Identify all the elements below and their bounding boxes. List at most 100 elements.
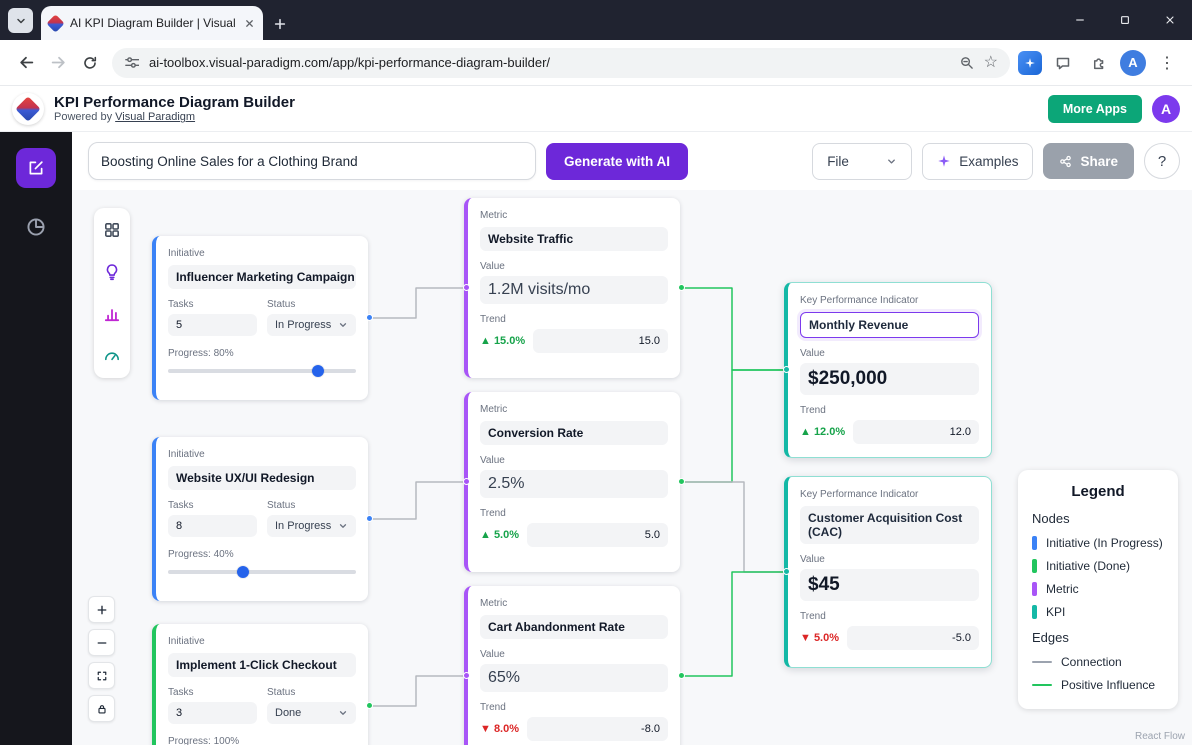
legend-item-label: Metric [1046,582,1079,596]
canvas-controls [88,596,115,722]
connection-handle[interactable] [783,568,790,575]
connection-handle[interactable] [366,515,373,522]
tab-search-button[interactable] [8,8,33,33]
edge-positive-influence[interactable] [680,572,784,676]
browser-menu-icon[interactable]: ⋮ [1152,48,1182,78]
bookmark-star-icon[interactable]: ☆ [984,55,998,71]
lock-button[interactable] [88,695,115,722]
edge-connection[interactable] [680,482,784,572]
generate-with-ai-button[interactable]: Generate with AI [546,143,688,180]
initiative-node[interactable]: Initiative Influencer Marketing Campaign… [152,236,368,400]
progress-slider[interactable] [168,566,356,578]
reload-button[interactable] [74,47,106,79]
legend-item-label: Initiative (Done) [1046,559,1130,573]
edge-positive-influence[interactable] [680,288,784,370]
forward-button[interactable] [42,47,74,79]
layout-grid-icon[interactable] [98,216,126,244]
slider-thumb[interactable] [237,566,249,578]
trend-value-input[interactable]: -5.0 [847,626,979,650]
minimize-button[interactable] [1057,0,1102,40]
prompt-input[interactable] [88,142,536,180]
connection-handle[interactable] [366,314,373,321]
initiative-title-input[interactable]: Website UX/UI Redesign [168,466,356,490]
url-text[interactable]: ai-toolbox.visual-paradigm.com/app/kpi-p… [149,55,949,70]
examples-button[interactable]: Examples [922,143,1033,180]
progress-slider[interactable] [168,365,356,377]
extension-icon[interactable] [1018,51,1042,75]
kpi-node[interactable]: Key Performance Indicator Customer Acqui… [784,476,992,668]
kpi-title-input[interactable]: Customer Acquisition Cost (CAC) [800,506,979,544]
kpi-title-input-focused[interactable]: Monthly Revenue [800,312,979,338]
trend-value-input[interactable]: -8.0 [527,717,668,741]
kpi-value-input[interactable]: $45 [800,569,979,601]
site-info-icon[interactable] [124,55,139,70]
connection-handle[interactable] [463,478,470,485]
connection-handle[interactable] [678,672,685,679]
tasks-input[interactable]: 8 [168,515,257,537]
trend-value-input[interactable]: 12.0 [853,420,979,444]
close-button[interactable] [1147,0,1192,40]
new-tab-button[interactable] [273,17,287,31]
metric-node[interactable]: Metric Conversion Rate Value 2.5% Trend … [464,392,680,572]
back-button[interactable] [10,47,42,79]
visual-paradigm-logo [12,93,44,125]
kpi-value-input[interactable]: $250,000 [800,363,979,395]
browser-profile-avatar[interactable]: A [1120,50,1146,76]
bar-chart-icon[interactable] [98,300,126,328]
chat-icon[interactable] [1048,48,1078,78]
connection-handle[interactable] [783,366,790,373]
fit-view-button[interactable] [88,662,115,689]
progress-label: Progress: 40% [168,549,356,560]
sidebar-item-charts[interactable] [25,216,47,238]
extensions-puzzle-icon[interactable] [1084,48,1114,78]
connection-handle[interactable] [678,284,685,291]
maximize-button[interactable] [1102,0,1147,40]
connection-handle[interactable] [463,284,470,291]
metric-value-input[interactable]: 1.2M visits/mo [480,276,668,304]
initiative-node[interactable]: Initiative Website UX/UI Redesign Tasks … [152,437,368,601]
zoom-icon[interactable] [959,55,974,70]
diagram-canvas[interactable]: Initiative Influencer Marketing Campaign… [72,190,1192,745]
status-select[interactable]: Done [267,702,356,724]
connection-handle[interactable] [678,478,685,485]
user-avatar[interactable]: A [1152,95,1180,123]
initiative-node[interactable]: Initiative Implement 1-Click Checkout Ta… [152,624,368,745]
browser-tab[interactable]: AI KPI Diagram Builder | Visuali [41,6,263,40]
gauge-icon[interactable] [98,342,126,370]
metric-title-input[interactable]: Website Traffic [480,227,668,251]
tasks-input[interactable]: 5 [168,314,257,336]
edge-connection[interactable] [368,676,464,706]
zoom-in-button[interactable] [88,596,115,623]
zoom-out-button[interactable] [88,629,115,656]
initiative-title-input[interactable]: Influencer Marketing Campaign [168,265,356,289]
file-menu-button[interactable]: File [812,143,912,180]
status-select[interactable]: In Progress [267,314,356,336]
progress-label: Progress: 100% [168,736,356,745]
metric-title-input[interactable]: Cart Abandonment Rate [480,615,668,639]
connection-handle[interactable] [366,702,373,709]
connection-handle[interactable] [463,672,470,679]
visual-paradigm-link[interactable]: Visual Paradigm [115,111,195,123]
lightbulb-icon[interactable] [98,258,126,286]
status-select[interactable]: In Progress [267,515,356,537]
tab-close-icon[interactable] [244,18,255,29]
help-button[interactable]: ? [1144,143,1180,179]
share-button[interactable]: Share [1043,143,1134,179]
edge-connection[interactable] [368,288,464,318]
metric-title-input[interactable]: Conversion Rate [480,421,668,445]
initiative-title-input[interactable]: Implement 1-Click Checkout [168,653,356,677]
kpi-node[interactable]: Key Performance Indicator Monthly Revenu… [784,282,992,458]
sidebar-item-editor[interactable] [16,148,56,188]
metric-value-input[interactable]: 65% [480,664,668,692]
edge-positive-influence[interactable] [680,370,784,482]
trend-value-input[interactable]: 15.0 [533,329,668,353]
address-bar[interactable]: ai-toolbox.visual-paradigm.com/app/kpi-p… [112,48,1010,78]
metric-node[interactable]: Metric Cart Abandonment Rate Value 65% T… [464,586,680,745]
metric-value-input[interactable]: 2.5% [480,470,668,498]
slider-thumb[interactable] [312,365,324,377]
more-apps-button[interactable]: More Apps [1048,95,1142,123]
trend-value-input[interactable]: 5.0 [527,523,668,547]
metric-node[interactable]: Metric Website Traffic Value 1.2M visits… [464,198,680,378]
edge-connection[interactable] [368,482,464,519]
tasks-input[interactable]: 3 [168,702,257,724]
